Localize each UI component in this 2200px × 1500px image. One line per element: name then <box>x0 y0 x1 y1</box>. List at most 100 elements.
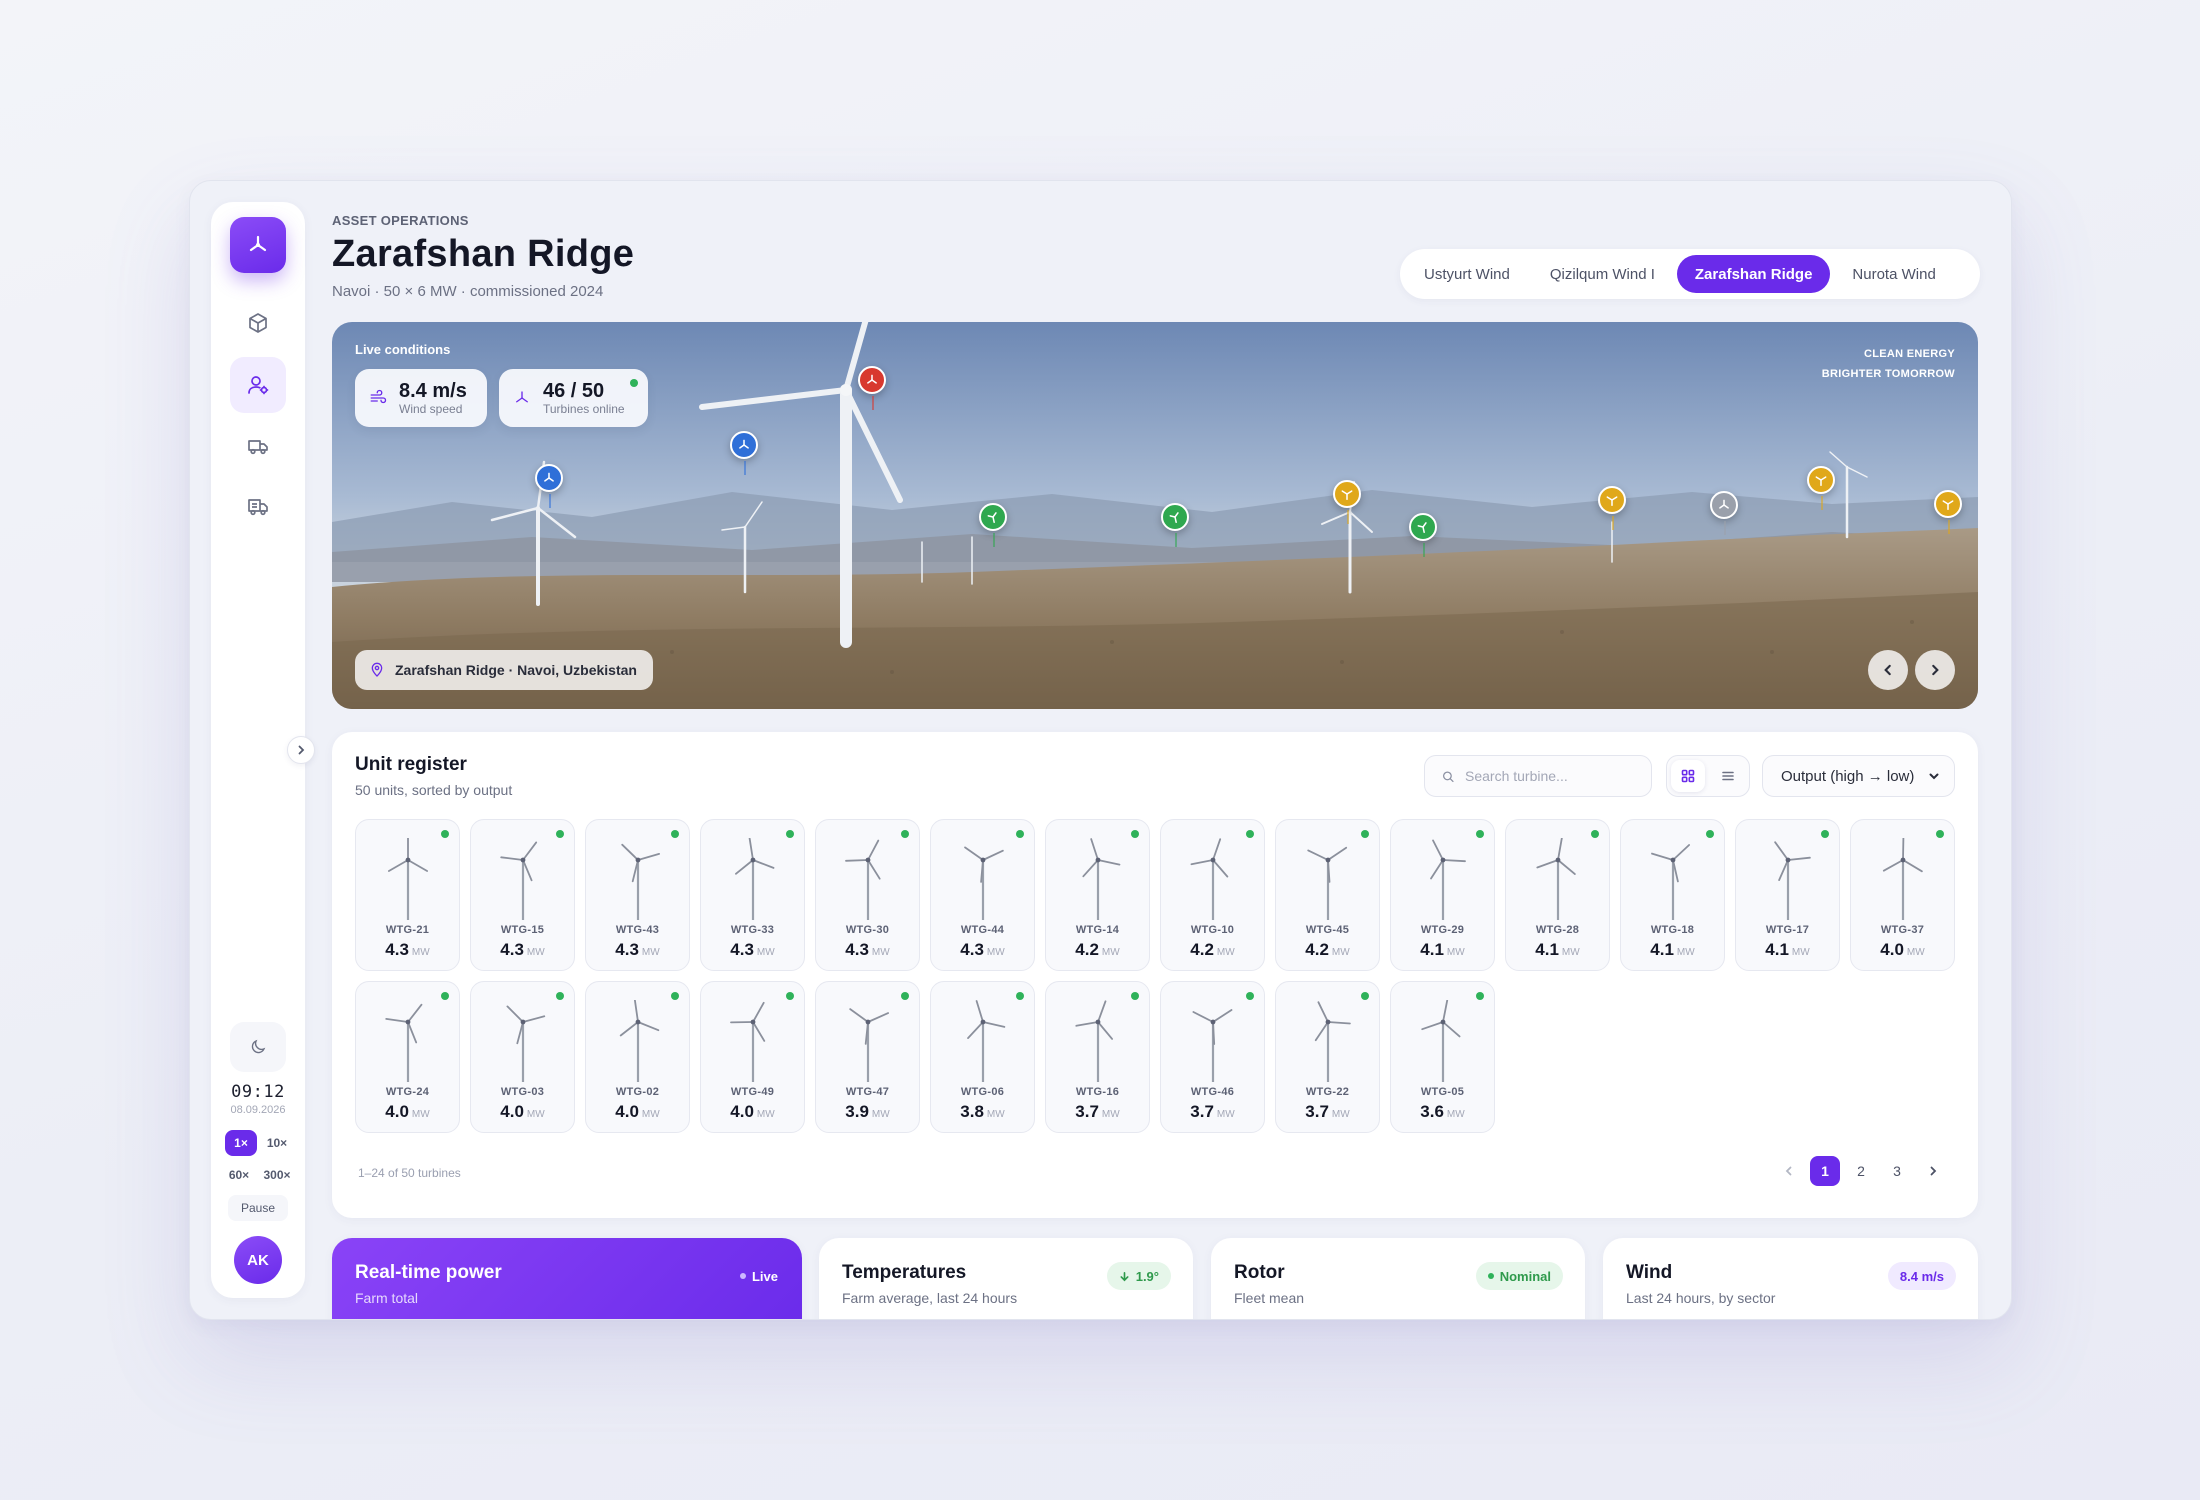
wind-card[interactable]: Wind Last 24 hours, by sector 8.4 m/s <box>1603 1238 1978 1319</box>
speed-1x-button[interactable]: 1× <box>225 1130 257 1156</box>
turbine-card[interactable]: WTG-33 4.3 MW <box>700 819 805 971</box>
turbine-card[interactable]: WTG-43 4.3 MW <box>585 819 690 971</box>
rotor-status-badge: Nominal <box>1475 1262 1563 1290</box>
app-logo[interactable] <box>230 217 286 273</box>
online-status-dot <box>1476 830 1484 838</box>
turbine-card[interactable]: WTG-45 4.2 MW <box>1275 819 1380 971</box>
turbine-output-unit: MW <box>986 947 1005 958</box>
turbine-card[interactable]: WTG-06 3.8 MW <box>930 981 1035 1133</box>
wind-card-title: Wind <box>1626 1262 1673 1283</box>
online-status-dot <box>1361 830 1369 838</box>
turbine-illustration-icon <box>1536 838 1576 920</box>
page-1-button[interactable]: 1 <box>1810 1156 1840 1186</box>
turbine-pin[interactable] <box>858 366 886 410</box>
sidebar-collapse-button[interactable] <box>287 736 315 764</box>
turbine-output-unit: MW <box>1446 1109 1465 1120</box>
tab-nurota-wind[interactable]: Nurota Wind <box>1834 255 1953 293</box>
turbine-card[interactable]: WTG-10 4.2 MW <box>1160 819 1265 971</box>
turbine-id: WTG-21 <box>385 924 430 936</box>
turbine-id: WTG-06 <box>960 1086 1005 1098</box>
turbine-output-unit: MW <box>756 1109 775 1120</box>
turbine-card[interactable]: WTG-15 4.3 MW <box>470 819 575 971</box>
turbine-pin[interactable] <box>1807 466 1835 510</box>
hero-prev-button[interactable] <box>1868 650 1908 690</box>
pause-button[interactable]: Pause <box>228 1195 288 1221</box>
list-view-button[interactable] <box>1711 760 1745 792</box>
register-count: 1–24 of 50 turbines <box>358 1166 461 1180</box>
turbine-id: WTG-02 <box>615 1086 660 1098</box>
turbine-card[interactable]: WTG-28 4.1 MW <box>1505 819 1610 971</box>
turbine-illustration-icon <box>849 1008 889 1082</box>
tab-ustyurt-wind[interactable]: Ustyurt Wind <box>1406 255 1528 293</box>
turbine-pin[interactable] <box>730 431 758 475</box>
page-3-button[interactable]: 3 <box>1882 1156 1912 1186</box>
turbine-card[interactable]: WTG-49 4.0 MW <box>700 981 805 1133</box>
turbine-illustration-icon <box>506 1005 546 1082</box>
turbine-card[interactable]: WTG-02 4.0 MW <box>585 981 690 1133</box>
turbine-output-unit: MW <box>1216 947 1235 958</box>
turbine-output: 4.0 MW <box>356 1102 459 1122</box>
turbine-card[interactable]: WTG-29 4.1 MW <box>1390 819 1495 971</box>
turbine-card[interactable]: WTG-17 4.1 MW <box>1735 819 1840 971</box>
turbine-output-unit: MW <box>1561 947 1580 958</box>
turbine-card[interactable]: WTG-44 4.3 MW <box>930 819 1035 971</box>
turbine-card[interactable]: WTG-46 3.7 MW <box>1160 981 1265 1133</box>
turbine-card[interactable]: WTG-24 4.0 MW <box>355 981 460 1133</box>
speed-10x-button[interactable]: 10× <box>261 1130 293 1156</box>
turbine-pin[interactable] <box>1710 491 1738 535</box>
grid-view-button[interactable] <box>1671 760 1705 792</box>
temperatures-card[interactable]: Temperatures Farm average, last 24 hours… <box>819 1238 1193 1319</box>
turbine-output-value: 4.3 <box>845 940 869 959</box>
prev-page-button[interactable] <box>1774 1156 1804 1186</box>
turbine-card[interactable]: WTG-03 4.0 MW <box>470 981 575 1133</box>
nav-operators[interactable] <box>230 357 286 413</box>
register-subtitle: 50 units, sorted by output <box>355 782 513 798</box>
turbine-card[interactable]: WTG-37 4.0 MW <box>1850 819 1955 971</box>
hero-next-button[interactable] <box>1915 650 1955 690</box>
turbine-output: 4.2 MW <box>1161 940 1264 960</box>
turbine-pin[interactable] <box>1409 513 1437 557</box>
page-2-button[interactable]: 2 <box>1846 1156 1876 1186</box>
turbine-output-value: 4.2 <box>1305 940 1329 959</box>
turbine-output: 4.3 MW <box>931 940 1034 960</box>
turbine-pin[interactable] <box>1598 486 1626 530</box>
turbine-illustration-icon <box>845 839 881 920</box>
tab-zarafshan-ridge[interactable]: Zarafshan Ridge <box>1676 255 1831 293</box>
tab-qizilqum-wind-i[interactable]: Qizilqum Wind I <box>1532 255 1673 293</box>
speed-300x-button[interactable]: 300× <box>257 1162 297 1188</box>
sort-select[interactable]: Output (high → low) <box>1762 755 1955 797</box>
rotor-card[interactable]: Rotor Fleet mean Nominal <box>1211 1238 1585 1319</box>
turbine-pin[interactable] <box>535 464 563 508</box>
theme-toggle-button[interactable] <box>230 1022 286 1072</box>
speed-60x-button[interactable]: 60× <box>223 1162 255 1188</box>
turbine-illustration-icon <box>621 843 660 920</box>
view-toggle <box>1666 755 1750 797</box>
turbine-card[interactable]: WTG-47 3.9 MW <box>815 981 920 1133</box>
turbine-card[interactable]: WTG-05 3.6 MW <box>1390 981 1495 1133</box>
turbine-output: 4.0 MW <box>1851 940 1954 960</box>
user-avatar[interactable]: AK <box>234 1236 282 1284</box>
nav-transport[interactable] <box>230 418 286 474</box>
nav-assets[interactable] <box>230 295 286 351</box>
turbine-output-value: 4.0 <box>1880 940 1904 959</box>
turbines-online-card: 46 / 50 Turbines online <box>499 369 648 427</box>
search-input[interactable] <box>1465 768 1635 784</box>
turbine-icon <box>544 472 554 482</box>
turbine-card[interactable]: WTG-21 4.3 MW <box>355 819 460 971</box>
realtime-power-card[interactable]: Real-time power Farm total Live <box>332 1238 802 1319</box>
turbine-pin[interactable] <box>979 503 1007 547</box>
turbine-output-unit: MW <box>1101 1109 1120 1120</box>
turbine-id: WTG-46 <box>1190 1086 1235 1098</box>
turbine-card[interactable]: WTG-14 4.2 MW <box>1045 819 1150 971</box>
turbine-card[interactable]: WTG-22 3.7 MW <box>1275 981 1380 1133</box>
nav-logistics[interactable] <box>230 479 286 535</box>
turbine-output: 3.9 MW <box>816 1102 919 1122</box>
turbine-card[interactable]: WTG-18 4.1 MW <box>1620 819 1725 971</box>
turbine-pin[interactable] <box>1333 480 1361 524</box>
turbine-card[interactable]: WTG-16 3.7 MW <box>1045 981 1150 1133</box>
turbine-pin[interactable] <box>1934 490 1962 534</box>
next-page-button[interactable] <box>1918 1156 1948 1186</box>
online-status-dot <box>1016 992 1024 1000</box>
turbine-card[interactable]: WTG-30 4.3 MW <box>815 819 920 971</box>
turbine-pin[interactable] <box>1161 503 1189 547</box>
